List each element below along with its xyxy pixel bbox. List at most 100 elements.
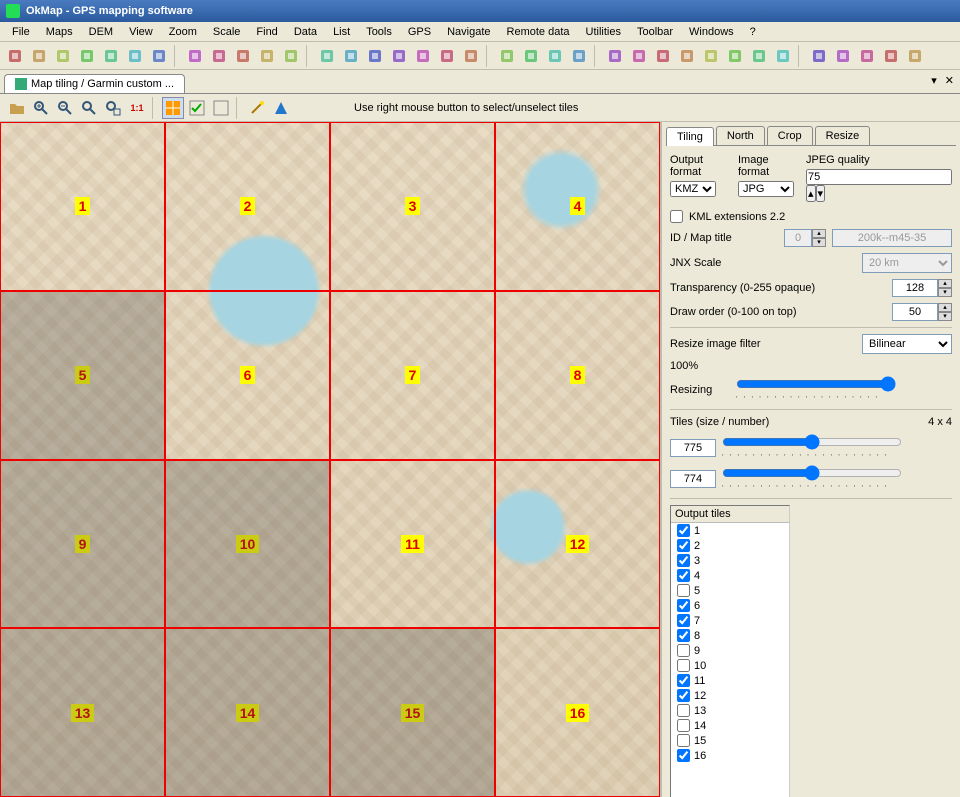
spin-down-icon[interactable]: ▾ bbox=[938, 312, 952, 321]
paint-icon[interactable] bbox=[832, 45, 854, 67]
menu-view[interactable]: View bbox=[121, 24, 161, 40]
output-tile-checkbox[interactable] bbox=[677, 704, 690, 717]
output-tile-item[interactable]: 13 bbox=[671, 703, 789, 718]
output-tile-item[interactable]: 14 bbox=[671, 718, 789, 733]
output-tile-item[interactable]: 10 bbox=[671, 658, 789, 673]
output-tile-item[interactable]: 6 bbox=[671, 598, 789, 613]
output-tile-item[interactable]: 1 bbox=[671, 523, 789, 538]
wand-icon[interactable] bbox=[246, 97, 268, 119]
map-tile-4[interactable]: 4 bbox=[495, 122, 660, 291]
db-icon[interactable] bbox=[148, 45, 170, 67]
measure-icon[interactable] bbox=[496, 45, 518, 67]
menu-utilities[interactable]: Utilities bbox=[578, 24, 629, 40]
output-tile-checkbox[interactable] bbox=[677, 629, 690, 642]
triangle-icon[interactable] bbox=[270, 97, 292, 119]
grid-icon[interactable] bbox=[162, 97, 184, 119]
output-tile-checkbox[interactable] bbox=[677, 614, 690, 627]
info-icon[interactable] bbox=[856, 45, 878, 67]
menu-maps[interactable]: Maps bbox=[38, 24, 81, 40]
layers-icon[interactable] bbox=[52, 45, 74, 67]
zoom-in-icon[interactable] bbox=[184, 45, 206, 67]
draw-order-input[interactable] bbox=[892, 303, 938, 321]
output-tile-item[interactable]: 2 bbox=[671, 538, 789, 553]
lyr1-icon[interactable] bbox=[700, 45, 722, 67]
resizing-slider[interactable] bbox=[736, 376, 896, 392]
route-icon[interactable] bbox=[364, 45, 386, 67]
output-tile-checkbox[interactable] bbox=[677, 599, 690, 612]
map-tile-5[interactable]: 5 bbox=[0, 291, 165, 460]
spin-up-icon[interactable]: ▴ bbox=[806, 185, 816, 202]
output-tile-item[interactable]: 8 bbox=[671, 628, 789, 643]
pan-icon[interactable] bbox=[316, 45, 338, 67]
map-tile-1[interactable]: 1 bbox=[0, 122, 165, 291]
menu-toolbar[interactable]: Toolbar bbox=[629, 24, 681, 40]
menu-file[interactable]: File bbox=[4, 24, 38, 40]
kml-ext-checkbox[interactable] bbox=[670, 210, 683, 223]
map-tile-6[interactable]: 6 bbox=[165, 291, 330, 460]
marker-icon[interactable] bbox=[340, 45, 362, 67]
tile-h-slider[interactable] bbox=[722, 465, 902, 481]
output-tile-checkbox[interactable] bbox=[677, 644, 690, 657]
menu-find[interactable]: Find bbox=[248, 24, 285, 40]
output-tile-item[interactable]: 15 bbox=[671, 733, 789, 748]
side-tab-resize[interactable]: Resize bbox=[815, 126, 871, 145]
open-icon[interactable] bbox=[6, 97, 28, 119]
tab-dropdown-icon[interactable]: ▾ bbox=[931, 74, 937, 87]
map-tile-13[interactable]: 13 bbox=[0, 628, 165, 797]
map-tile-12[interactable]: 12 bbox=[495, 460, 660, 629]
output-tile-item[interactable]: 7 bbox=[671, 613, 789, 628]
new-map-icon[interactable] bbox=[28, 45, 50, 67]
lyr3-icon[interactable] bbox=[748, 45, 770, 67]
map-tile-14[interactable]: 14 bbox=[165, 628, 330, 797]
output-tile-checkbox[interactable] bbox=[677, 719, 690, 732]
pin-icon[interactable] bbox=[100, 45, 122, 67]
map-canvas[interactable]: 12345678910111213141516 bbox=[0, 122, 660, 797]
grid-icon[interactable] bbox=[520, 45, 542, 67]
tile-w-slider[interactable] bbox=[722, 434, 902, 450]
tile-w-input[interactable] bbox=[670, 439, 716, 457]
output-tile-checkbox[interactable] bbox=[677, 689, 690, 702]
output-tile-checkbox[interactable] bbox=[677, 569, 690, 582]
side-tab-tiling[interactable]: Tiling bbox=[666, 127, 714, 146]
jpeg-quality-input[interactable] bbox=[806, 169, 952, 185]
output-tile-checkbox[interactable] bbox=[677, 674, 690, 687]
flag-icon[interactable] bbox=[76, 45, 98, 67]
zoom-fit-icon[interactable] bbox=[232, 45, 254, 67]
area-icon[interactable] bbox=[412, 45, 434, 67]
side-tab-north[interactable]: North bbox=[716, 126, 765, 145]
tile-h-input[interactable] bbox=[670, 470, 716, 488]
map-tile-16[interactable]: 16 bbox=[495, 628, 660, 797]
map-tile-8[interactable]: 8 bbox=[495, 291, 660, 460]
side-tab-crop[interactable]: Crop bbox=[767, 126, 813, 145]
folder-icon[interactable] bbox=[4, 45, 26, 67]
spin-up-icon[interactable]: ▴ bbox=[938, 279, 952, 288]
output-tile-checkbox[interactable] bbox=[677, 539, 690, 552]
menu-?[interactable]: ? bbox=[742, 24, 764, 40]
map-tile-2[interactable]: 2 bbox=[165, 122, 330, 291]
document-tab[interactable]: Map tiling / Garmin custom ... bbox=[4, 74, 185, 93]
spin-down-icon[interactable]: ▾ bbox=[816, 185, 826, 202]
output-tile-item[interactable]: 11 bbox=[671, 673, 789, 688]
sat-icon[interactable] bbox=[604, 45, 626, 67]
output-tile-checkbox[interactable] bbox=[677, 749, 690, 762]
gps-icon[interactable] bbox=[568, 45, 590, 67]
output-format-select[interactable]: KMZ bbox=[670, 181, 716, 197]
output-tile-checkbox[interactable] bbox=[677, 659, 690, 672]
output-tile-item[interactable]: 4 bbox=[671, 568, 789, 583]
zoom-11-icon[interactable]: 1:1 bbox=[126, 97, 148, 119]
edit-icon[interactable] bbox=[436, 45, 458, 67]
output-tile-checkbox[interactable] bbox=[677, 524, 690, 537]
output-tile-item[interactable]: 9 bbox=[671, 643, 789, 658]
spin-down-icon[interactable]: ▾ bbox=[938, 288, 952, 297]
menu-remote-data[interactable]: Remote data bbox=[499, 24, 578, 40]
resize-filter-select[interactable]: Bilinear bbox=[862, 334, 952, 354]
output-tile-item[interactable]: 12 bbox=[671, 688, 789, 703]
zoom-out-icon[interactable] bbox=[54, 97, 76, 119]
tag-icon[interactable] bbox=[124, 45, 146, 67]
output-tile-checkbox[interactable] bbox=[677, 584, 690, 597]
spin-up-icon[interactable]: ▴ bbox=[938, 303, 952, 312]
map-tile-11[interactable]: 11 bbox=[330, 460, 495, 629]
output-tiles-list[interactable]: Output tiles 12345678910111213141516 bbox=[670, 505, 790, 797]
output-tile-item[interactable]: 5 bbox=[671, 583, 789, 598]
zoom-fit-icon[interactable] bbox=[78, 97, 100, 119]
